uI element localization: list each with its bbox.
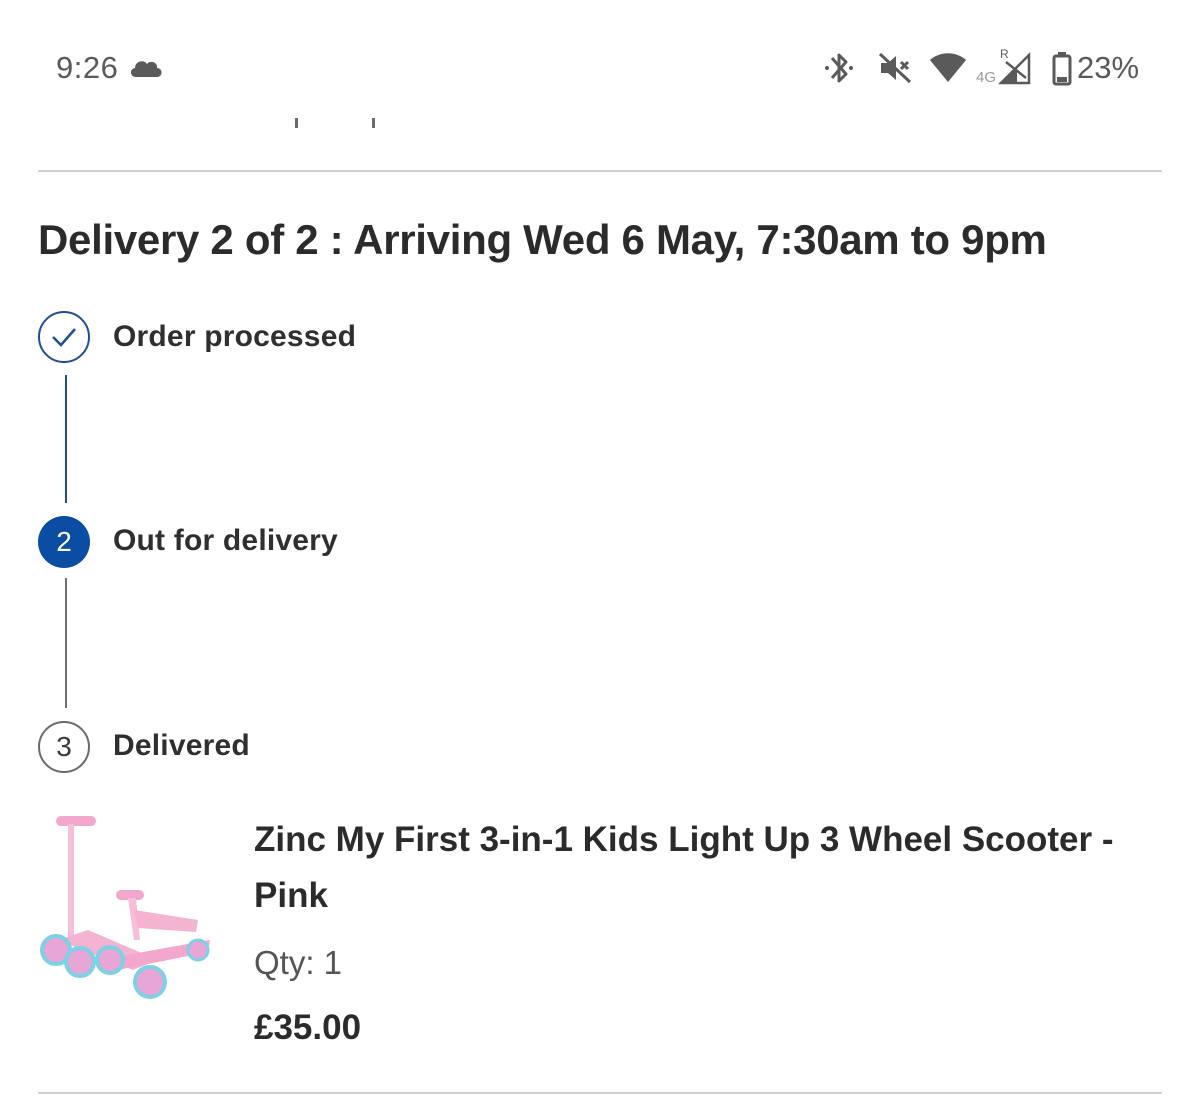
delivery-title: Delivery 2 of 2 : Arriving Wed 6 May, 7:…: [38, 216, 1047, 263]
wifi-icon: [928, 48, 968, 93]
bluetooth-icon: [822, 48, 856, 93]
cloud-icon: [128, 55, 164, 84]
svg-text:4G: 4G: [976, 69, 996, 86]
signal-icon: R 4G: [976, 47, 1036, 93]
clipped-content: [372, 118, 375, 128]
product-quantity: Qty: 1: [254, 944, 343, 981]
battery-percentage: 23%: [1077, 50, 1140, 85]
product-price: £35.00: [254, 1008, 362, 1047]
step-number-current: 2: [38, 516, 90, 568]
order-tracking-screen: 9:26 R 4G 23% Delivery 2 of 2: Arriving…: [0, 0, 1200, 1110]
step-number-pending: 3: [38, 721, 90, 773]
step-label-out-for-delivery: Out for delivery: [113, 524, 338, 557]
status-time: 9:26: [56, 50, 119, 85]
section-divider: [38, 1092, 1162, 1094]
product-name[interactable]: Zinc My First 3-in-1 Kids Light Up 3 Whe…: [254, 812, 1134, 924]
clipped-content: [295, 118, 298, 128]
product-image[interactable]: [38, 810, 218, 1005]
timeline-connector: [65, 375, 67, 503]
svg-text:R: R: [1000, 48, 1009, 61]
step-done-icon: [38, 311, 90, 363]
status-bar: 9:26 R 4G 23%: [0, 0, 1200, 110]
mute-icon: [877, 48, 913, 93]
step-label-delivered: Delivered: [113, 729, 250, 762]
battery-icon: [1052, 48, 1074, 93]
step-label-order-processed: Order processed: [113, 320, 357, 353]
timeline-connector: [65, 578, 67, 708]
section-divider: [38, 170, 1162, 172]
